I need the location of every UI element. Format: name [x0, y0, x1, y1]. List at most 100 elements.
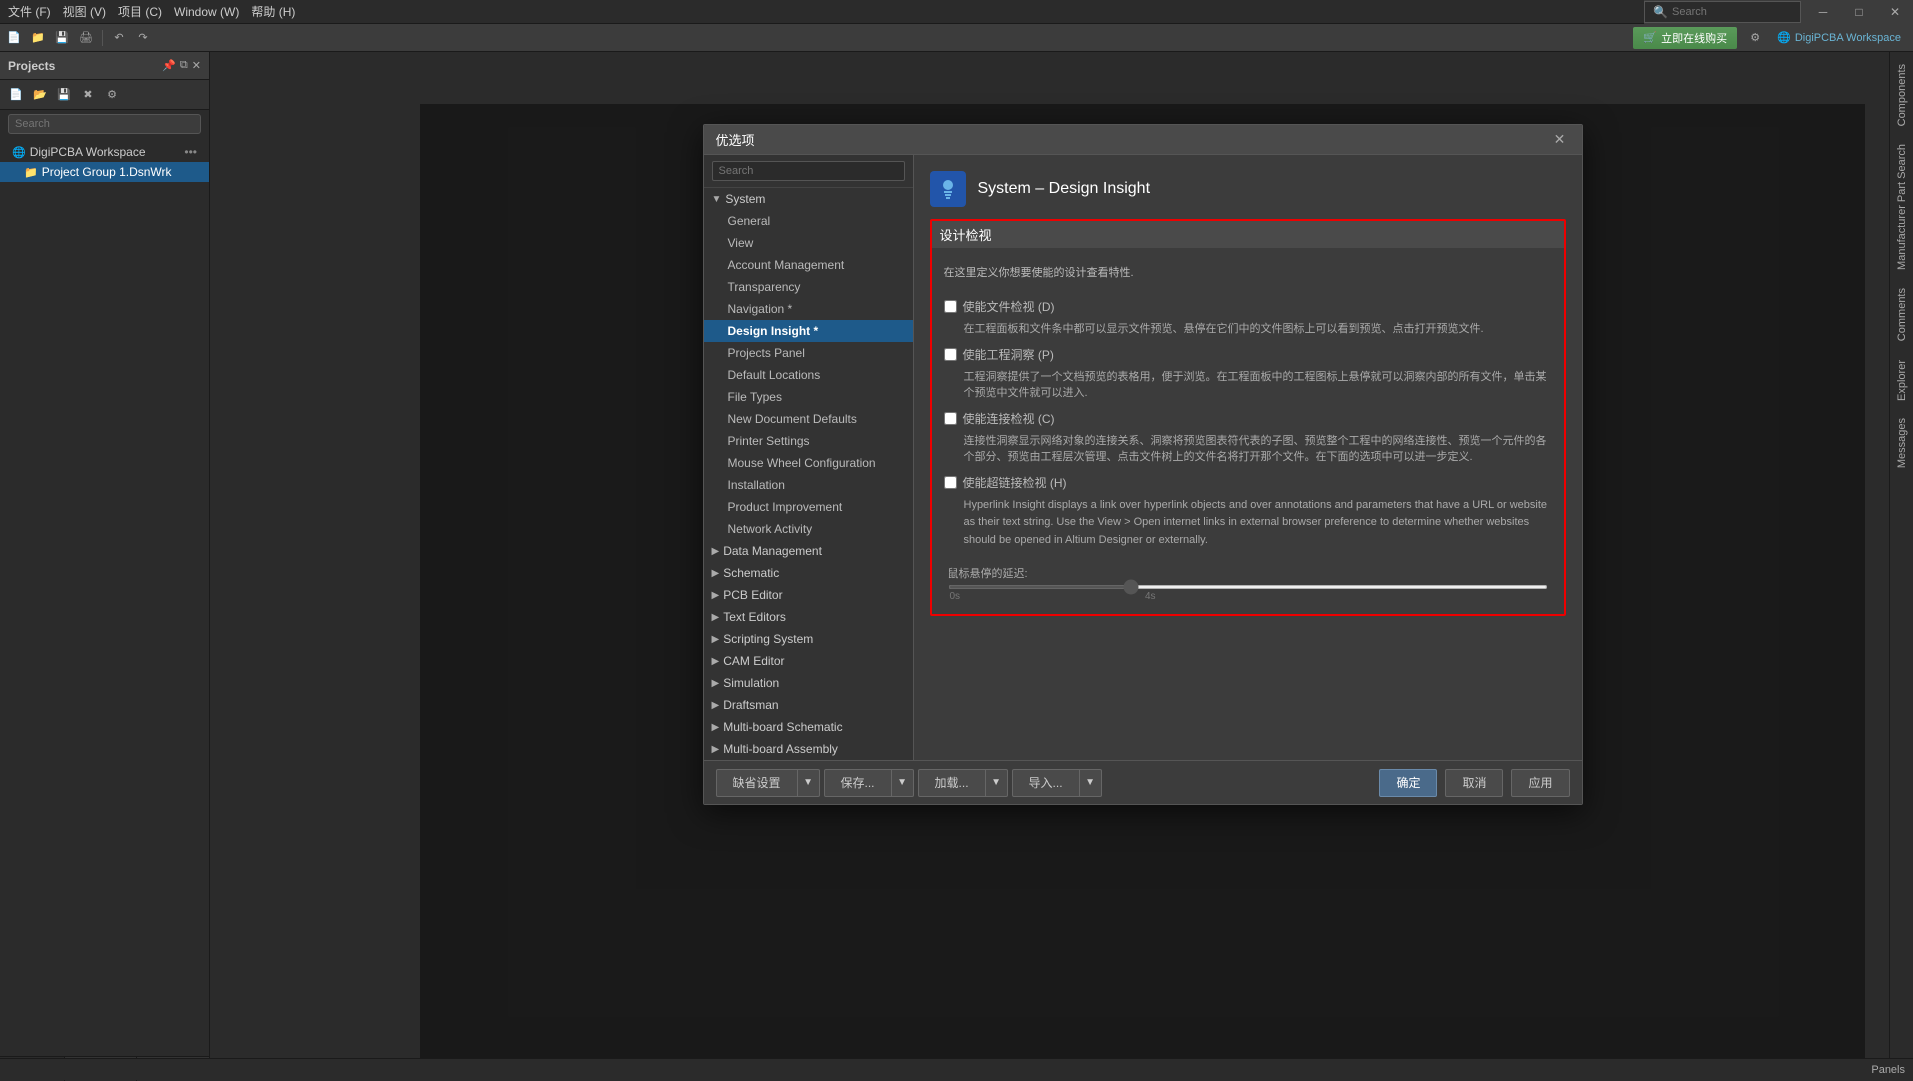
- toolbar-icon-undo[interactable]: ↶: [109, 28, 129, 48]
- panel-search-input[interactable]: [8, 114, 201, 134]
- buy-button[interactable]: 🛒 立即在线购买: [1633, 27, 1737, 49]
- nav-draftsman-header[interactable]: ▶ Draftsman: [704, 694, 913, 716]
- nav-item-design-insight[interactable]: Design Insight *: [704, 320, 913, 342]
- nav-item-transparency[interactable]: Transparency: [704, 276, 913, 298]
- default-settings-arrow[interactable]: ▼: [798, 769, 820, 797]
- settings-icon[interactable]: ⚙: [1745, 28, 1765, 48]
- new-file-icon[interactable]: 📄: [6, 85, 26, 105]
- cancel-button[interactable]: 取消: [1445, 769, 1503, 797]
- nav-item-general[interactable]: General: [704, 210, 913, 232]
- dialog-backdrop: 优选项 ✕ ▼: [420, 104, 1865, 1058]
- nav-item-mouse-wheel[interactable]: Mouse Wheel Configuration: [704, 452, 913, 474]
- toolbar-icon-redo[interactable]: ↷: [133, 28, 153, 48]
- toolbar-icon-2[interactable]: 📁: [28, 28, 48, 48]
- nav-item-file-types[interactable]: File Types: [704, 386, 913, 408]
- load-button[interactable]: 加载...: [918, 769, 986, 797]
- save-arrow[interactable]: ▼: [892, 769, 914, 797]
- toolbar-icon-3[interactable]: 💾: [52, 28, 72, 48]
- top-toolbar: 📄 📁 💾 🖨 ↶ ↷ 🛒 立即在线购买 ⚙ 🌐 DigiPCBA Worksp…: [0, 24, 1913, 52]
- close-project-icon[interactable]: ✖: [78, 85, 98, 105]
- checkbox-hyperlink-view-label[interactable]: 使能超链接检视 (H): [963, 474, 1067, 491]
- nav-item-account[interactable]: Account Management: [704, 254, 913, 276]
- workspace-more-icon[interactable]: •••: [184, 145, 197, 159]
- nav-simulation-header[interactable]: ▶ Simulation: [704, 672, 913, 694]
- nav-item-network-activity[interactable]: Network Activity: [704, 518, 913, 540]
- project-tree: 🌐 DigiPCBA Workspace ••• 📁 Project Group…: [0, 138, 209, 1056]
- workspace-item[interactable]: 🌐 DigiPCBA Workspace •••: [0, 142, 209, 162]
- checkbox-project-insight-label[interactable]: 使能工程洞察 (P): [963, 346, 1054, 363]
- panel-pin-icon[interactable]: 📌: [162, 59, 176, 72]
- ok-button[interactable]: 确定: [1379, 769, 1437, 797]
- nav-item-new-doc-defaults[interactable]: New Document Defaults: [704, 408, 913, 430]
- menu-file[interactable]: 文件 (F): [8, 3, 51, 20]
- panel-close-icon[interactable]: ✕: [192, 59, 201, 72]
- nav-item-printer-settings[interactable]: Printer Settings: [704, 430, 913, 452]
- toolbar-icon-1[interactable]: 📄: [4, 28, 24, 48]
- project-item[interactable]: 📁 Project Group 1.DsnWrk: [0, 162, 209, 182]
- nav-pcb-header[interactable]: ▶ PCB Editor: [704, 584, 913, 606]
- global-search-box[interactable]: 🔍: [1644, 1, 1801, 23]
- toolbar-icon-4[interactable]: 🖨: [76, 28, 96, 48]
- right-panel-explorer[interactable]: Explorer: [1892, 352, 1912, 409]
- panels-label[interactable]: Panels: [1871, 1064, 1905, 1076]
- right-panel-messages[interactable]: Messages: [1892, 410, 1912, 476]
- checkbox-connection-view[interactable]: [944, 412, 957, 425]
- menu-window[interactable]: Window (W): [174, 5, 239, 19]
- nav-system-label: System: [725, 192, 765, 206]
- import-button[interactable]: 导入...: [1012, 769, 1080, 797]
- checkbox-file-view[interactable]: [944, 300, 957, 313]
- checkbox-project-insight[interactable]: [944, 348, 957, 361]
- panel-float-icon[interactable]: ⧉: [180, 59, 188, 72]
- close-button[interactable]: ✕: [1877, 0, 1913, 26]
- checkbox-file-view-label[interactable]: 使能文件检视 (D): [963, 298, 1055, 315]
- nav-mbasm-arrow: ▶: [712, 744, 720, 755]
- nav-multiboard-sch-header[interactable]: ▶ Multi-board Schematic: [704, 716, 913, 738]
- nav-item-view[interactable]: View: [704, 232, 913, 254]
- nav-multiboard-asm-header[interactable]: ▶ Multi-board Assembly: [704, 738, 913, 760]
- nav-item-installation[interactable]: Installation: [704, 474, 913, 496]
- default-settings-button[interactable]: 缺省设置: [716, 769, 798, 797]
- insight-desc: 在这里定义你想要使能的设计查看特性.: [944, 258, 1552, 286]
- right-panel-components[interactable]: Components: [1892, 56, 1912, 134]
- workspace-item-label: DigiPCBA Workspace: [30, 145, 146, 159]
- nav-schematic-header[interactable]: ▶ Schematic: [704, 562, 913, 584]
- restore-button[interactable]: □: [1841, 0, 1877, 26]
- default-btn-group: 缺省设置 ▼: [716, 769, 820, 797]
- global-search-input[interactable]: [1672, 6, 1792, 18]
- nav-item-default-locations[interactable]: Default Locations: [704, 364, 913, 386]
- settings-project-icon[interactable]: ⚙: [102, 85, 122, 105]
- nav-text-editors-header[interactable]: ▶ Text Editors: [704, 606, 913, 628]
- apply-button[interactable]: 应用: [1511, 769, 1569, 797]
- dialog-close-button[interactable]: ✕: [1550, 130, 1570, 150]
- nav-dm-label: Data Management: [723, 544, 822, 558]
- hover-delay-slider[interactable]: [948, 585, 1548, 589]
- right-panel-comments[interactable]: Comments: [1892, 280, 1912, 349]
- menu-view[interactable]: 视图 (V): [63, 3, 106, 20]
- nav-item-navigation[interactable]: Navigation *: [704, 298, 913, 320]
- dialog-content-area: System – Design Insight 设计检视 在这里定义你想要使能的…: [914, 155, 1582, 760]
- dialog-nav-search-input[interactable]: [712, 161, 905, 181]
- checkbox-hyperlink-view[interactable]: [944, 476, 957, 489]
- minimize-button[interactable]: ─: [1805, 0, 1841, 26]
- nav-cam-header[interactable]: ▶ CAM Editor: [704, 650, 913, 672]
- workspace-label: DigiPCBA Workspace: [1795, 32, 1901, 44]
- checkbox-connection-view-label[interactable]: 使能连接检视 (C): [963, 410, 1055, 427]
- import-arrow[interactable]: ▼: [1080, 769, 1102, 797]
- nav-item-product-improvement[interactable]: Product Improvement: [704, 496, 913, 518]
- nav-item-projects-panel[interactable]: Projects Panel: [704, 342, 913, 364]
- projects-panel: Projects 📌 ⧉ ✕ 📄 📂 💾 ✖ ⚙ 🌐 DigiPCBA Work…: [0, 52, 210, 1080]
- open-folder-icon[interactable]: 📂: [30, 85, 50, 105]
- right-panel-manufacturer[interactable]: Manufacturer Part Search: [1892, 136, 1912, 278]
- nav-system-header[interactable]: ▼ System: [704, 188, 913, 210]
- menu-help[interactable]: 帮助 (H): [251, 3, 295, 20]
- load-arrow[interactable]: ▼: [986, 769, 1008, 797]
- nav-scripting-header[interactable]: ▶ Scripting System: [704, 628, 913, 650]
- workspace-button[interactable]: 🌐 DigiPCBA Workspace: [1769, 27, 1909, 49]
- nav-data-management-header[interactable]: ▶ Data Management: [704, 540, 913, 562]
- save-button[interactable]: 保存...: [824, 769, 892, 797]
- save-icon[interactable]: 💾: [54, 85, 74, 105]
- nav-draft-label: Draftsman: [723, 698, 778, 712]
- toolbar-icons: 📄 📁 💾 🖨 ↶ ↷: [4, 28, 1633, 48]
- menu-project[interactable]: 项目 (C): [118, 3, 162, 20]
- dialog-body: ▼ System General View Account Management…: [704, 155, 1582, 760]
